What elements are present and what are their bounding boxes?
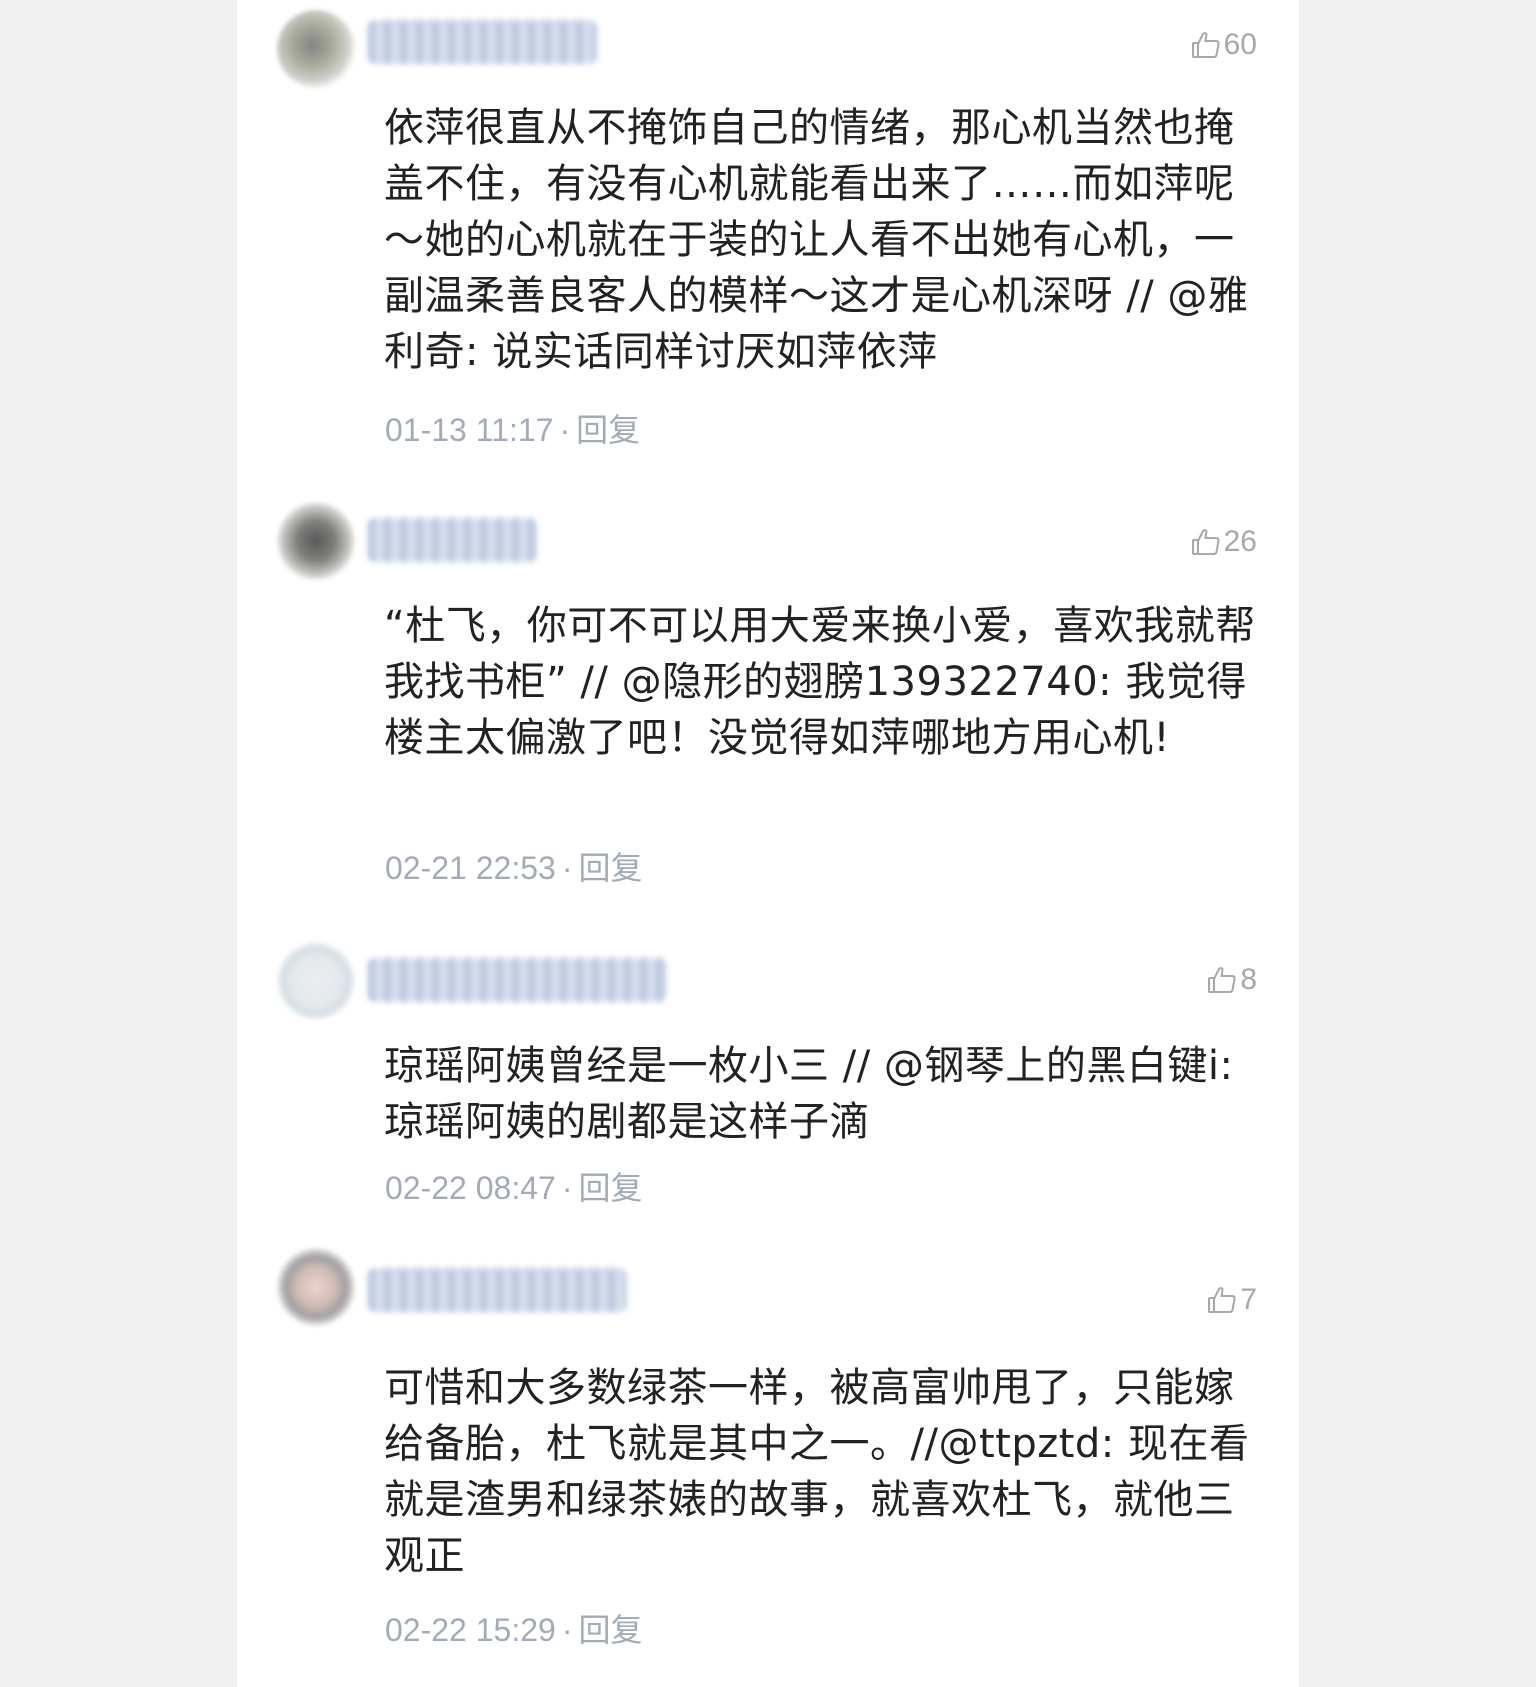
username-redacted[interactable]	[367, 20, 597, 64]
like-button[interactable]: 26	[1190, 522, 1257, 562]
like-count: 8	[1240, 963, 1257, 996]
like-button[interactable]: 8	[1206, 960, 1257, 1000]
username-redacted[interactable]	[367, 958, 667, 1002]
comment-text: 琼瑶阿姨曾经是一枚小三 // @钢琴上的黑白键i: 琼瑶阿姨的剧都是这样子滴	[384, 1043, 1247, 1145]
separator: ·	[561, 1170, 573, 1206]
comment-text: “杜飞，你可不可以用大爱来换小爱，喜欢我就帮我找书柜” // @隐形的翅膀139…	[384, 603, 1256, 761]
username-redacted[interactable]	[367, 518, 537, 562]
comment-meta: 02-22 15:29 · 回复	[385, 1610, 642, 1650]
avatar[interactable]	[277, 10, 355, 88]
avatar[interactable]	[277, 942, 355, 1020]
like-count: 60	[1223, 28, 1257, 61]
comment-time: 02-22 15:29	[385, 1612, 556, 1648]
thumbs-up-icon	[1191, 529, 1220, 555]
like-button[interactable]: 7	[1206, 1280, 1257, 1320]
thumbs-up-icon	[1191, 32, 1220, 58]
avatar[interactable]	[277, 502, 355, 580]
separator: ·	[559, 412, 571, 448]
comment-text: 依萍很直从不掩饰自己的情绪，那心机当然也掩盖不住，有没有心机就能看出来了……而如…	[384, 105, 1249, 375]
like-count: 7	[1240, 1283, 1257, 1316]
comment-text: 可惜和大多数绿茶一样，被高富帅甩了，只能嫁给备胎，杜飞就是其中之一。//@ttp…	[384, 1365, 1250, 1579]
reply-button[interactable]: 回复	[578, 1170, 642, 1206]
comment-time: 02-21 22:53	[385, 850, 556, 886]
reply-button[interactable]: 回复	[578, 850, 642, 886]
comment-meta: 01-13 11:17 · 回复	[385, 410, 640, 450]
like-count: 26	[1223, 525, 1257, 558]
separator: ·	[561, 1612, 573, 1648]
reply-button[interactable]: 回复	[576, 412, 640, 448]
username-redacted[interactable]	[367, 1268, 627, 1312]
avatar[interactable]	[277, 1248, 355, 1326]
thumbs-up-icon	[1208, 967, 1236, 993]
reply-button[interactable]: 回复	[578, 1612, 642, 1648]
thumbs-up-icon	[1208, 1287, 1236, 1313]
comment-meta: 02-22 08:47 · 回复	[385, 1168, 642, 1208]
comment-meta: 02-21 22:53 · 回复	[385, 848, 642, 888]
comment-time: 02-22 08:47	[385, 1170, 556, 1206]
like-button[interactable]: 60	[1190, 25, 1257, 65]
comment-time: 01-13 11:17	[385, 412, 554, 448]
comment-list: 60 依萍很直从不掩饰自己的情绪，那心机当然也掩盖不住，有没有心机就能看出来了……	[237, 0, 1299, 1687]
separator: ·	[561, 850, 573, 886]
